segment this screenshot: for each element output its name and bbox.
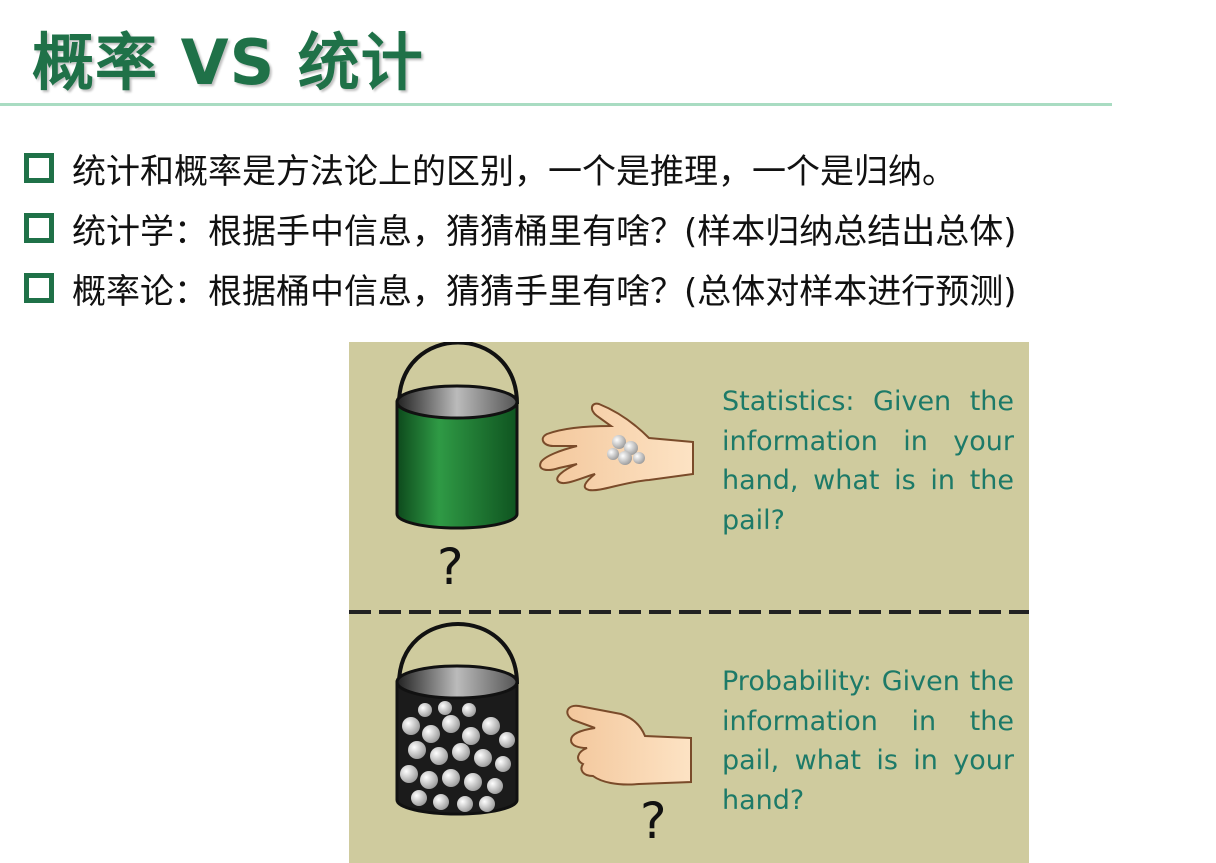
closed-hand-icon	[566, 704, 692, 786]
statistics-vs-probability-figure: ? ? Statistics: Given the information in…	[349, 342, 1029, 863]
pail-with-balls-icon	[395, 622, 519, 816]
hand-with-balls-icon	[539, 402, 694, 492]
slide-title: 概率 VS 统计	[32, 26, 424, 99]
question-mark-bottom: ?	[640, 792, 667, 850]
bullet-item: 概率论：根据桶中信息，猜猜手里有啥？(总体对样本进行预测)	[24, 258, 1017, 318]
square-bullet-icon	[24, 213, 54, 243]
bullet-item: 统计和概率是方法论上的区别，一个是推理，一个是归纳。	[24, 138, 1017, 198]
statistics-caption: Statistics: Given the information in you…	[722, 386, 1014, 536]
bullet-list: 统计和概率是方法论上的区别，一个是推理，一个是归纳。 统计学：根据手中信息，猜猜…	[24, 138, 1017, 318]
square-bullet-icon	[24, 153, 54, 183]
bullet-text: 概率论：根据桶中信息，猜猜手里有啥？(总体对样本进行预测)	[72, 271, 1017, 312]
question-mark-top: ?	[437, 538, 464, 596]
green-pail-icon	[395, 342, 519, 530]
probability-caption: Probability: Given the information in th…	[722, 666, 1014, 816]
title-divider	[0, 103, 1112, 106]
bullet-text: 统计和概率是方法论上的区别，一个是推理，一个是归纳。	[72, 151, 956, 192]
bullet-item: 统计学：根据手中信息，猜猜桶里有啥？(样本归纳总结出总体)	[24, 198, 1017, 258]
bullet-text: 统计学：根据手中信息，猜猜桶里有啥？(样本归纳总结出总体)	[72, 211, 1017, 252]
square-bullet-icon	[24, 273, 54, 303]
